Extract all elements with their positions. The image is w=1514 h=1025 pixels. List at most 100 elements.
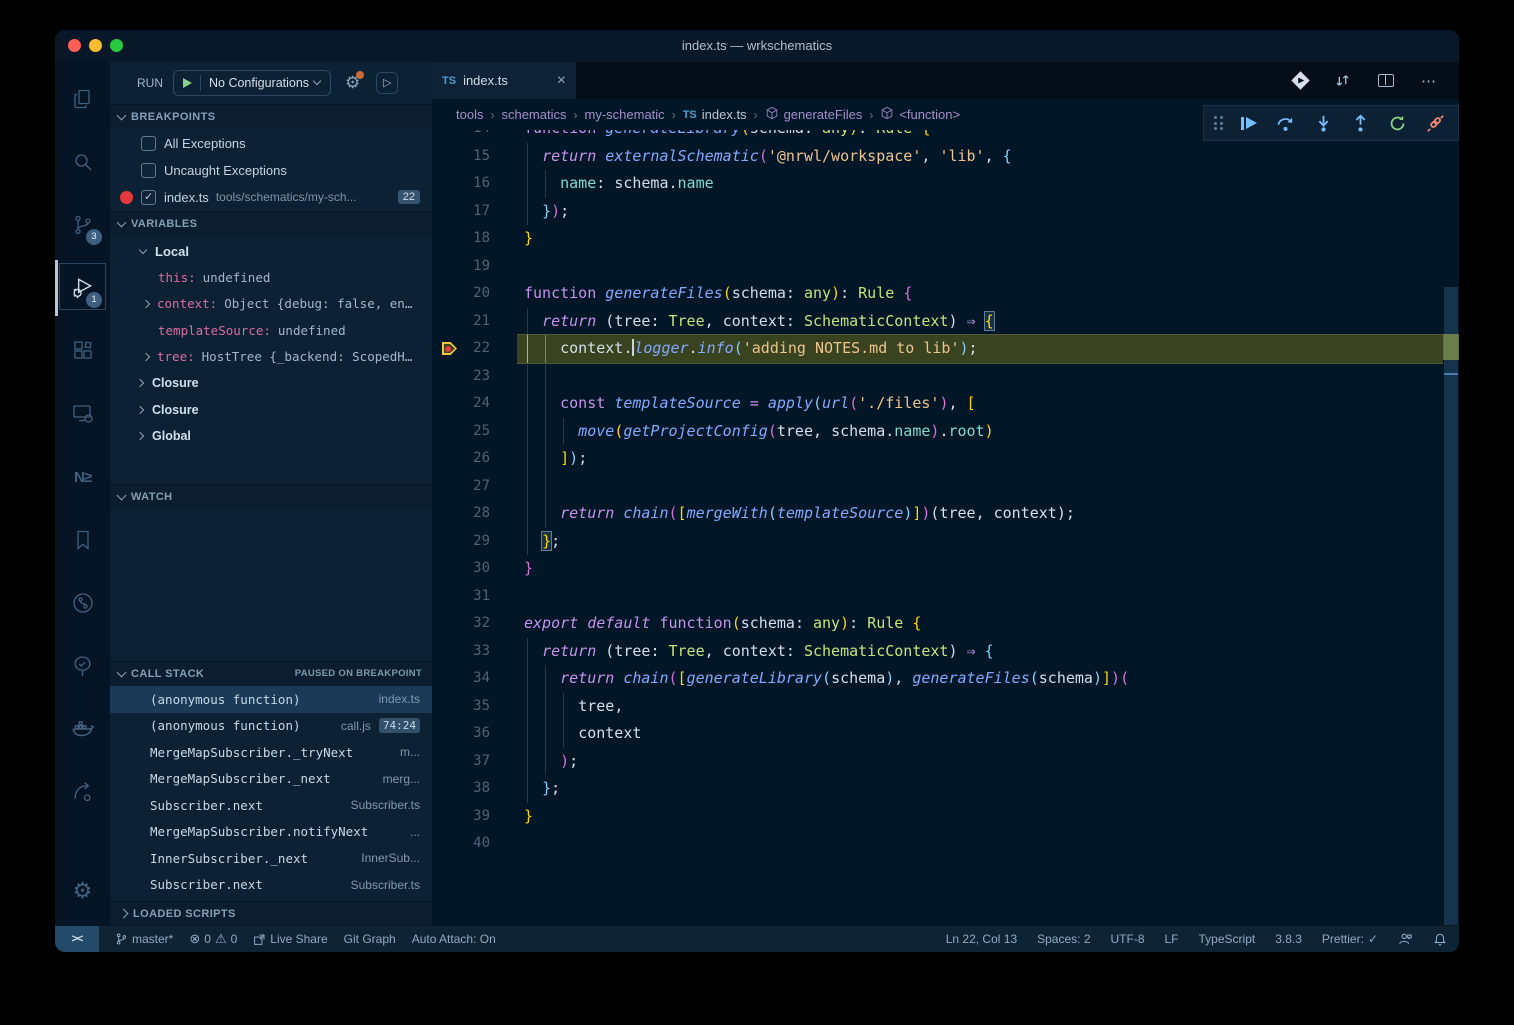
line-number[interactable]: 17 — [432, 198, 490, 226]
breadcrumb-item-tools[interactable]: tools — [456, 107, 483, 122]
line-number[interactable]: 30 — [432, 555, 490, 583]
step-into-button[interactable] — [1310, 110, 1336, 136]
sidebar-item-run-and-debug[interactable]: 1 — [55, 262, 110, 314]
scope-global-row[interactable]: Global — [110, 423, 432, 449]
breakpoint-item[interactable]: Uncaught Exceptions — [110, 158, 432, 182]
prettier-status[interactable]: Prettier: ✓ — [1322, 932, 1378, 946]
sidebar-item-nx-console[interactable]: N≥ — [55, 451, 110, 503]
variable-row[interactable]: templateSource:undefined — [110, 317, 432, 343]
remote-indicator[interactable]: >< — [55, 926, 99, 953]
breakpoint-item[interactable]: All Exceptions — [110, 131, 432, 155]
line-number[interactable]: 20 — [432, 280, 490, 308]
call-stack-frame[interactable]: MergeMapSubscriber._nextmerg... — [110, 766, 432, 793]
scope-local[interactable]: Local — [110, 238, 432, 264]
breadcrumb-item-schematics[interactable]: schematics — [501, 107, 566, 122]
scope-closure-row[interactable]: Closure — [110, 397, 432, 423]
restart-button[interactable] — [1385, 110, 1411, 136]
sidebar-item-docker[interactable] — [55, 703, 110, 755]
code-line-25[interactable]: 25 move(getProjectConfig(tree, schema.na… — [432, 418, 1443, 446]
code-line-17[interactable]: 17 }); — [432, 198, 1443, 226]
chevron-right-icon[interactable] — [142, 299, 150, 307]
sidebar-item-project-manager[interactable] — [55, 766, 110, 818]
line-number[interactable]: 21 — [432, 308, 490, 336]
chevron-right-icon[interactable] — [142, 352, 150, 360]
code-line-37[interactable]: 37 ); — [432, 748, 1443, 776]
ts-version-status[interactable]: 3.8.3 — [1275, 932, 1302, 946]
step-over-button[interactable] — [1273, 110, 1299, 136]
line-number[interactable]: 34 — [432, 665, 490, 693]
line-number[interactable]: 28 — [432, 500, 490, 528]
run-code-icon[interactable] — [1291, 71, 1309, 89]
line-number[interactable]: 33 — [432, 638, 490, 666]
code-line-31[interactable]: 31 — [432, 583, 1443, 611]
code-line-38[interactable]: 38 }; — [432, 775, 1443, 803]
variable-row[interactable]: tree:HostTree {_backend: ScopedH… — [110, 344, 432, 370]
manage-settings-button[interactable]: ⚙ — [55, 865, 110, 917]
code-editor[interactable]: 14function generateLibrary(schema: any):… — [432, 130, 1443, 925]
language-mode-status[interactable]: TypeScript — [1199, 932, 1256, 946]
tab-index-ts[interactable]: TS index.ts × — [432, 62, 576, 99]
eol-status[interactable]: LF — [1165, 932, 1179, 946]
scope-closure-row[interactable]: Closure — [110, 370, 432, 396]
code-line-28[interactable]: 28 return chain([mergeWith(templateSourc… — [432, 500, 1443, 528]
configure-launch-button[interactable]: ⚙ — [345, 73, 360, 93]
disconnect-button[interactable] — [1422, 110, 1448, 136]
cursor-position-status[interactable]: Ln 22, Col 13 — [946, 932, 1017, 946]
sidebar-item-bookmarks[interactable] — [55, 514, 110, 566]
breakpoint-item[interactable]: index.tstools/schematics/my-sch...22 — [110, 185, 432, 209]
code-line-30[interactable]: 30} — [432, 555, 1443, 583]
line-number[interactable]: 26 — [432, 445, 490, 473]
code-line-34[interactable]: 34 return chain([generateLibrary(schema)… — [432, 665, 1443, 693]
call-stack-frame[interactable]: InnerSubscriber._nextInnerSub... — [110, 845, 432, 872]
breadcrumb-item-generatefiles[interactable]: generateFiles — [765, 106, 863, 123]
git-graph-button[interactable]: Git Graph — [344, 932, 396, 946]
code-line-22[interactable]: 22 context.logger.info('adding NOTES.md … — [432, 335, 1443, 363]
code-line-23[interactable]: 23 — [432, 363, 1443, 391]
problems-status[interactable]: ⊗ 0 ⚠ 0 — [189, 931, 237, 947]
breadcrumb-item-index-ts[interactable]: TSindex.ts — [683, 107, 747, 122]
sidebar-item-explorer[interactable] — [55, 73, 110, 125]
call-stack-frame[interactable]: MergeMapSubscriber.notifyNext... — [110, 819, 432, 846]
start-debug-icon[interactable] — [183, 78, 192, 88]
line-number[interactable]: 29 — [432, 528, 490, 556]
breadcrumb-item-my-schematic[interactable]: my-schematic — [585, 107, 665, 122]
line-number[interactable]: 40 — [432, 830, 490, 858]
code-line-24[interactable]: 24 const templateSource = apply(url('./f… — [432, 390, 1443, 418]
line-number[interactable]: 24 — [432, 390, 490, 418]
sidebar-item-remote-explorer[interactable] — [55, 388, 110, 440]
call-stack-frame[interactable]: Subscriber.nextSubscriber.ts — [110, 872, 432, 899]
sidebar-item-search[interactable] — [55, 136, 110, 188]
encoding-status[interactable]: UTF-8 — [1111, 932, 1145, 946]
code-line-33[interactable]: 33 return (tree: Tree, context: Schemati… — [432, 638, 1443, 666]
watch-section-header[interactable]: WATCH — [110, 484, 432, 508]
code-line-26[interactable]: 26 ]); — [432, 445, 1443, 473]
line-number[interactable]: 31 — [432, 583, 490, 611]
breakpoint-checkbox[interactable] — [141, 190, 156, 205]
live-share-button[interactable]: Live Share — [253, 932, 327, 946]
sidebar-item-test-explorer[interactable] — [55, 640, 110, 692]
variables-section-header[interactable]: VARIABLES — [110, 211, 432, 235]
line-number[interactable]: 32 — [432, 610, 490, 638]
breakpoint-checkbox[interactable] — [141, 163, 156, 178]
auto-attach-status[interactable]: Auto Attach: On — [412, 932, 496, 946]
line-number[interactable]: 19 — [432, 253, 490, 281]
breakpoint-checkbox[interactable] — [141, 136, 156, 151]
line-number[interactable]: 14 — [432, 130, 490, 143]
launch-configuration-dropdown[interactable]: No Configurations — [173, 70, 331, 96]
code-line-32[interactable]: 32export default function(schema: any): … — [432, 610, 1443, 638]
line-number[interactable]: 37 — [432, 748, 490, 776]
code-line-27[interactable]: 27 — [432, 473, 1443, 501]
feedback-button[interactable] — [1398, 932, 1413, 946]
code-line-29[interactable]: 29 }; — [432, 528, 1443, 556]
sidebar-item-source-control[interactable]: 3 — [55, 199, 110, 251]
debug-console-button[interactable]: ▷ — [376, 72, 398, 94]
code-line-35[interactable]: 35 tree, — [432, 693, 1443, 721]
breakpoints-section-header[interactable]: BREAKPOINTS — [110, 104, 432, 128]
code-line-36[interactable]: 36 context — [432, 720, 1443, 748]
code-line-21[interactable]: 21 return (tree: Tree, context: Schemati… — [432, 308, 1443, 336]
step-out-button[interactable] — [1348, 110, 1374, 136]
line-number[interactable]: 18 — [432, 225, 490, 253]
code-line-40[interactable]: 40 — [432, 830, 1443, 858]
line-number[interactable]: 15 — [432, 143, 490, 171]
editor-scrollbar[interactable] — [1443, 130, 1459, 925]
